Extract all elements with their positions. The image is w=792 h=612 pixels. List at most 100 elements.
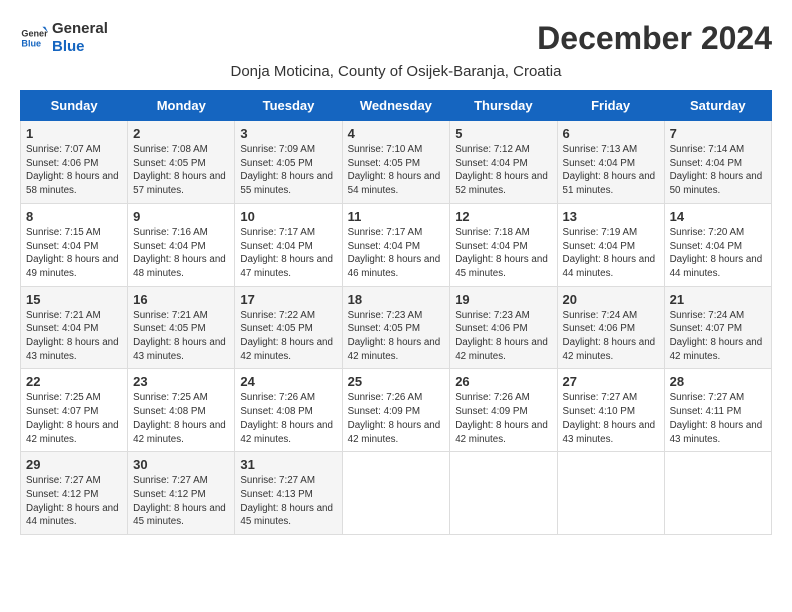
day-number: 24 — [240, 374, 336, 389]
day-info: Sunrise: 7:27 AMSunset: 4:11 PMDaylight:… — [670, 391, 766, 446]
logo: General Blue General Blue — [20, 20, 108, 56]
day-number: 20 — [563, 292, 659, 307]
calendar-cell: 28Sunrise: 7:27 AMSunset: 4:11 PMDayligh… — [664, 369, 771, 452]
day-info: Sunrise: 7:13 AMSunset: 4:04 PMDaylight:… — [563, 143, 659, 198]
logo-blue-text: Blue — [52, 38, 108, 56]
day-info: Sunrise: 7:27 AMSunset: 4:13 PMDaylight:… — [240, 474, 336, 529]
calendar-cell — [557, 452, 664, 535]
weekday-header-saturday: Saturday — [664, 91, 771, 121]
day-info: Sunrise: 7:17 AMSunset: 4:04 PMDaylight:… — [348, 226, 445, 281]
calendar-cell: 17 Sunrise: 7:22 AMSunset: 4:05 PMDayligh… — [235, 286, 342, 369]
day-number: 6 — [563, 126, 659, 141]
day-number: 31 — [240, 457, 336, 472]
day-info: Sunrise: 7:27 AMSunset: 4:12 PMDaylight:… — [26, 474, 122, 529]
day-info: Sunrise: 7:12 AMSunset: 4:04 PMDaylight:… — [455, 143, 551, 198]
calendar-cell: 27 Sunrise: 7:27 AMSunset: 4:10 PMDayligh… — [557, 369, 664, 452]
calendar-cell: 29 Sunrise: 7:27 AMSunset: 4:12 PMDayligh… — [21, 452, 128, 535]
calendar-cell: 1Sunrise: 7:07 AMSunset: 4:06 PMDaylight… — [21, 121, 128, 204]
calendar-cell: 19Sunrise: 7:23 AMSunset: 4:06 PMDayligh… — [450, 286, 557, 369]
calendar-cell: 25 Sunrise: 7:26 AMSunset: 4:09 PMDayligh… — [342, 369, 450, 452]
calendar-cell: 11 Sunrise: 7:17 AMSunset: 4:04 PMDayligh… — [342, 203, 450, 286]
day-info: Sunrise: 7:19 AMSunset: 4:04 PMDaylight:… — [563, 226, 659, 281]
day-number: 25 — [348, 374, 445, 389]
day-number: 22 — [26, 374, 122, 389]
day-info: Sunrise: 7:24 AMSunset: 4:07 PMDaylight:… — [670, 309, 766, 364]
calendar-cell: 23Sunrise: 7:25 AMSunset: 4:08 PMDayligh… — [128, 369, 235, 452]
day-number: 5 — [455, 126, 551, 141]
calendar-cell — [664, 452, 771, 535]
day-number: 8 — [26, 209, 122, 224]
calendar-cell: 18 Sunrise: 7:23 AMSunset: 4:05 PMDayligh… — [342, 286, 450, 369]
calendar-cell: 13 Sunrise: 7:19 AMSunset: 4:04 PMDayligh… — [557, 203, 664, 286]
svg-text:General: General — [21, 29, 48, 39]
page-header: General Blue General Blue December 2024 — [20, 20, 772, 57]
day-number: 13 — [563, 209, 659, 224]
day-info: Sunrise: 7:07 AMSunset: 4:06 PMDaylight:… — [26, 143, 122, 198]
weekday-header-thursday: Thursday — [450, 91, 557, 121]
weekday-header-sunday: Sunday — [21, 91, 128, 121]
day-number: 17 — [240, 292, 336, 307]
day-info: Sunrise: 7:15 AMSunset: 4:04 PMDaylight:… — [26, 226, 122, 281]
day-number: 3 — [240, 126, 336, 141]
day-info: Sunrise: 7:27 AMSunset: 4:12 PMDaylight:… — [133, 474, 229, 529]
calendar-cell: 3 Sunrise: 7:09 AMSunset: 4:05 PMDaylight… — [235, 121, 342, 204]
day-number: 26 — [455, 374, 551, 389]
day-info: Sunrise: 7:21 AMSunset: 4:05 PMDaylight:… — [133, 309, 229, 364]
day-info: Sunrise: 7:23 AMSunset: 4:05 PMDaylight:… — [348, 309, 445, 364]
day-number: 29 — [26, 457, 122, 472]
calendar-cell: 22 Sunrise: 7:25 AMSunset: 4:07 PMDayligh… — [21, 369, 128, 452]
day-info: Sunrise: 7:25 AMSunset: 4:08 PMDaylight:… — [133, 391, 229, 446]
day-number: 18 — [348, 292, 445, 307]
day-number: 9 — [133, 209, 229, 224]
calendar-table: SundayMondayTuesdayWednesdayThursdayFrid… — [20, 90, 772, 535]
day-number: 30 — [133, 457, 229, 472]
weekday-header-friday: Friday — [557, 91, 664, 121]
day-info: Sunrise: 7:08 AMSunset: 4:05 PMDaylight:… — [133, 143, 229, 198]
day-number: 27 — [563, 374, 659, 389]
calendar-cell: 10 Sunrise: 7:17 AMSunset: 4:04 PMDayligh… — [235, 203, 342, 286]
calendar-cell: 24 Sunrise: 7:26 AMSunset: 4:08 PMDayligh… — [235, 369, 342, 452]
calendar-cell: 8 Sunrise: 7:15 AMSunset: 4:04 PMDaylight… — [21, 203, 128, 286]
month-year-title: December 2024 — [537, 20, 772, 57]
day-number: 16 — [133, 292, 229, 307]
calendar-cell: 12 Sunrise: 7:18 AMSunset: 4:04 PMDayligh… — [450, 203, 557, 286]
logo-general-text: General — [52, 20, 108, 38]
calendar-cell: 20 Sunrise: 7:24 AMSunset: 4:06 PMDayligh… — [557, 286, 664, 369]
calendar-cell: 31 Sunrise: 7:27 AMSunset: 4:13 PMDayligh… — [235, 452, 342, 535]
day-info: Sunrise: 7:22 AMSunset: 4:05 PMDaylight:… — [240, 309, 336, 364]
day-number: 4 — [348, 126, 445, 141]
weekday-header-wednesday: Wednesday — [342, 91, 450, 121]
calendar-cell — [450, 452, 557, 535]
day-info: Sunrise: 7:14 AMSunset: 4:04 PMDaylight:… — [670, 143, 766, 198]
calendar-cell: 4Sunrise: 7:10 AMSunset: 4:05 PMDaylight… — [342, 121, 450, 204]
day-number: 12 — [455, 209, 551, 224]
calendar-cell: 2 Sunrise: 7:08 AMSunset: 4:05 PMDaylight… — [128, 121, 235, 204]
calendar-cell: 26 Sunrise: 7:26 AMSunset: 4:09 PMDayligh… — [450, 369, 557, 452]
calendar-cell: 30 Sunrise: 7:27 AMSunset: 4:12 PMDayligh… — [128, 452, 235, 535]
day-number: 11 — [348, 209, 445, 224]
day-info: Sunrise: 7:17 AMSunset: 4:04 PMDaylight:… — [240, 226, 336, 281]
calendar-cell: 5 Sunrise: 7:12 AMSunset: 4:04 PMDaylight… — [450, 121, 557, 204]
calendar-cell: 7Sunrise: 7:14 AMSunset: 4:04 PMDaylight… — [664, 121, 771, 204]
weekday-header-monday: Monday — [128, 91, 235, 121]
calendar-cell: 6 Sunrise: 7:13 AMSunset: 4:04 PMDaylight… — [557, 121, 664, 204]
day-number: 2 — [133, 126, 229, 141]
day-info: Sunrise: 7:26 AMSunset: 4:09 PMDaylight:… — [455, 391, 551, 446]
day-info: Sunrise: 7:16 AMSunset: 4:04 PMDaylight:… — [133, 226, 229, 281]
day-number: 21 — [670, 292, 766, 307]
day-info: Sunrise: 7:27 AMSunset: 4:10 PMDaylight:… — [563, 391, 659, 446]
day-number: 14 — [670, 209, 766, 224]
calendar-cell — [342, 452, 450, 535]
logo-icon: General Blue — [20, 24, 48, 52]
day-info: Sunrise: 7:26 AMSunset: 4:09 PMDaylight:… — [348, 391, 445, 446]
day-number: 15 — [26, 292, 122, 307]
day-info: Sunrise: 7:24 AMSunset: 4:06 PMDaylight:… — [563, 309, 659, 364]
calendar-cell: 14Sunrise: 7:20 AMSunset: 4:04 PMDayligh… — [664, 203, 771, 286]
day-info: Sunrise: 7:26 AMSunset: 4:08 PMDaylight:… — [240, 391, 336, 446]
day-info: Sunrise: 7:18 AMSunset: 4:04 PMDaylight:… — [455, 226, 551, 281]
day-number: 10 — [240, 209, 336, 224]
location-title: Donja Moticina, County of Osijek-Baranja… — [20, 63, 772, 80]
calendar-cell: 16 Sunrise: 7:21 AMSunset: 4:05 PMDayligh… — [128, 286, 235, 369]
day-info: Sunrise: 7:25 AMSunset: 4:07 PMDaylight:… — [26, 391, 122, 446]
day-info: Sunrise: 7:09 AMSunset: 4:05 PMDaylight:… — [240, 143, 336, 198]
